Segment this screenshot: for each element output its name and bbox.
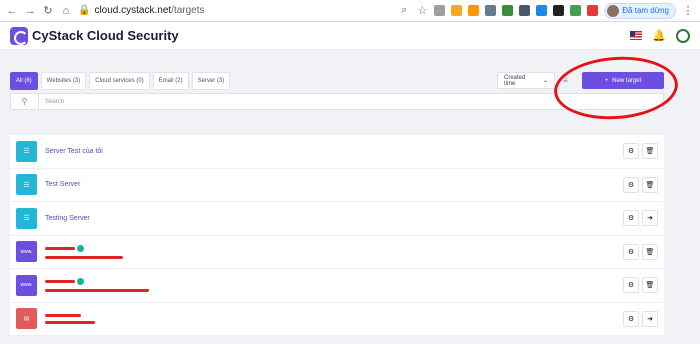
trash-icon[interactable]: 🗑 [642,277,658,294]
lock-icon: 🔒 [78,5,91,16]
extension-icon[interactable] [587,5,599,16]
website-type-icon: www. [16,274,37,296]
redacted-target-name [45,278,149,293]
verified-check-icon [77,244,84,252]
row-actions: ⚙ 🗑 [623,243,658,260]
row-actions: ⚙ 🗑 [623,277,658,294]
target-name[interactable]: Server Test của tôi [45,148,103,155]
extension-icon[interactable] [502,5,514,16]
new-target-label: New target [612,77,642,84]
menu-icon[interactable]: ⋮ [682,4,694,17]
sort-dropdown[interactable]: Created time ⌄ [497,72,555,89]
redacted-target-name [45,313,95,324]
app-header: CyStack Cloud Security 🔔 [0,22,700,50]
search-bar[interactable]: ⚲ Search [10,93,664,110]
target-row[interactable]: www. ⚙ 🗑 [10,236,664,269]
target-row[interactable]: ☰ Test Server ⚙ 🗑 [10,169,664,202]
filter-chip[interactable]: Cloud services (0) [89,72,150,90]
gear-icon[interactable]: ⚙ [623,277,639,294]
filter-chip[interactable]: Server (3) [191,72,231,90]
row-actions: ⚙ 🗑 [623,143,658,160]
browser-toolbar: ← → ↻ ⌂ 🔒 cloud.cystack.net/targets ⌕ ☆ … [0,0,700,22]
us-flag-icon[interactable] [630,31,643,40]
target-filter-tabs: All (6) Websites (3) Cloud services (0) Ema… [10,72,231,90]
redacted-target-name [45,244,123,259]
profile-button[interactable]: Đã tạm dừng [604,2,676,19]
extension-icon[interactable] [451,5,463,16]
gear-icon[interactable]: ⚙ [623,243,639,260]
gear-icon[interactable]: ⚙ [623,176,639,193]
logo-icon [10,26,28,45]
extension-icon[interactable] [553,5,565,16]
back-icon[interactable]: ← [6,5,18,17]
account-globe-icon[interactable] [676,28,690,43]
target-row[interactable]: ☰ Server Test của tôi ⚙ 🗑 [10,135,664,169]
row-actions: ⚙ ➜ [623,210,658,227]
filter-chip[interactable]: Email (2) [152,72,189,90]
verified-check-icon [77,278,84,286]
target-row[interactable]: ☰ Testing Server ⚙ ➜ [10,202,664,236]
search-icon: ⚲ [11,94,39,109]
bell-icon[interactable]: 🔔 [652,29,666,42]
forward-icon[interactable]: → [24,5,36,17]
target-row[interactable]: www. ⚙ 🗑 [10,269,664,303]
extension-icon[interactable] [570,5,582,16]
redaction-scribble [45,313,81,317]
brand-name: CyStack Cloud Security [32,28,179,43]
server-type-icon: ☰ [16,174,37,196]
trash-icon[interactable]: 🗑 [642,243,658,260]
gear-icon[interactable]: ⚙ [623,143,639,160]
extension-icon[interactable] [434,5,446,16]
website-type-icon: www. [16,241,37,263]
target-name[interactable]: Testing Server [45,215,90,222]
chevron-down-icon: ⌄ [542,78,548,84]
server-type-icon: ☰ [16,207,37,229]
gear-icon[interactable]: ⚙ [623,310,639,327]
gear-icon[interactable]: ⚙ [623,210,639,227]
row-actions: ⚙ ➜ [623,310,658,327]
avatar [607,4,620,17]
server-type-icon: ☰ [16,140,37,162]
filter-chip[interactable]: All (6) [10,72,38,90]
reload-icon[interactable]: ↻ [42,4,54,17]
redaction-scribble [45,246,75,250]
target-list: ☰ Server Test của tôi ⚙ 🗑 ☰ Test Server ⚙ 🗑 ☰ Tes… [10,135,664,336]
target-name[interactable]: Test Server [45,181,80,188]
home-icon[interactable]: ⌂ [60,5,72,17]
target-row[interactable]: ✉ ⚙ ➜ [10,303,664,336]
trash-icon[interactable]: 🗑 [642,176,658,193]
zoom-icon[interactable]: ⌕ [398,4,410,17]
search-input[interactable]: Search [39,99,64,105]
url-host: cloud.cystack.net [94,5,172,16]
redaction-scribble [45,320,95,324]
email-type-icon: ✉ [16,308,37,330]
plus-icon: + [604,77,609,84]
sort-label: Created time [504,74,526,87]
trash-icon[interactable]: 🗑 [642,143,658,160]
row-actions: ⚙ 🗑 [623,176,658,193]
redaction-scribble [45,280,75,284]
exit-icon[interactable]: ➜ [642,310,658,327]
star-icon[interactable]: ☆ [416,4,428,17]
extension-icon[interactable] [519,5,531,16]
filter-chip[interactable]: Websites (3) [40,72,87,90]
address-bar[interactable]: 🔒 cloud.cystack.net/targets [78,5,205,16]
redaction-scribble [45,255,123,259]
url-path: /targets [171,5,205,16]
redaction-scribble [45,289,149,293]
profile-label: Đã tạm dừng [622,6,669,15]
brand-logo[interactable]: CyStack Cloud Security [10,26,179,45]
new-target-button[interactable]: + New target [582,72,664,89]
sort-order-icon[interactable]: ≡ [563,76,568,85]
extension-icon[interactable] [468,5,480,16]
exit-icon[interactable]: ➜ [642,210,658,227]
extension-icon[interactable] [536,5,548,16]
extension-icon[interactable] [485,5,497,16]
